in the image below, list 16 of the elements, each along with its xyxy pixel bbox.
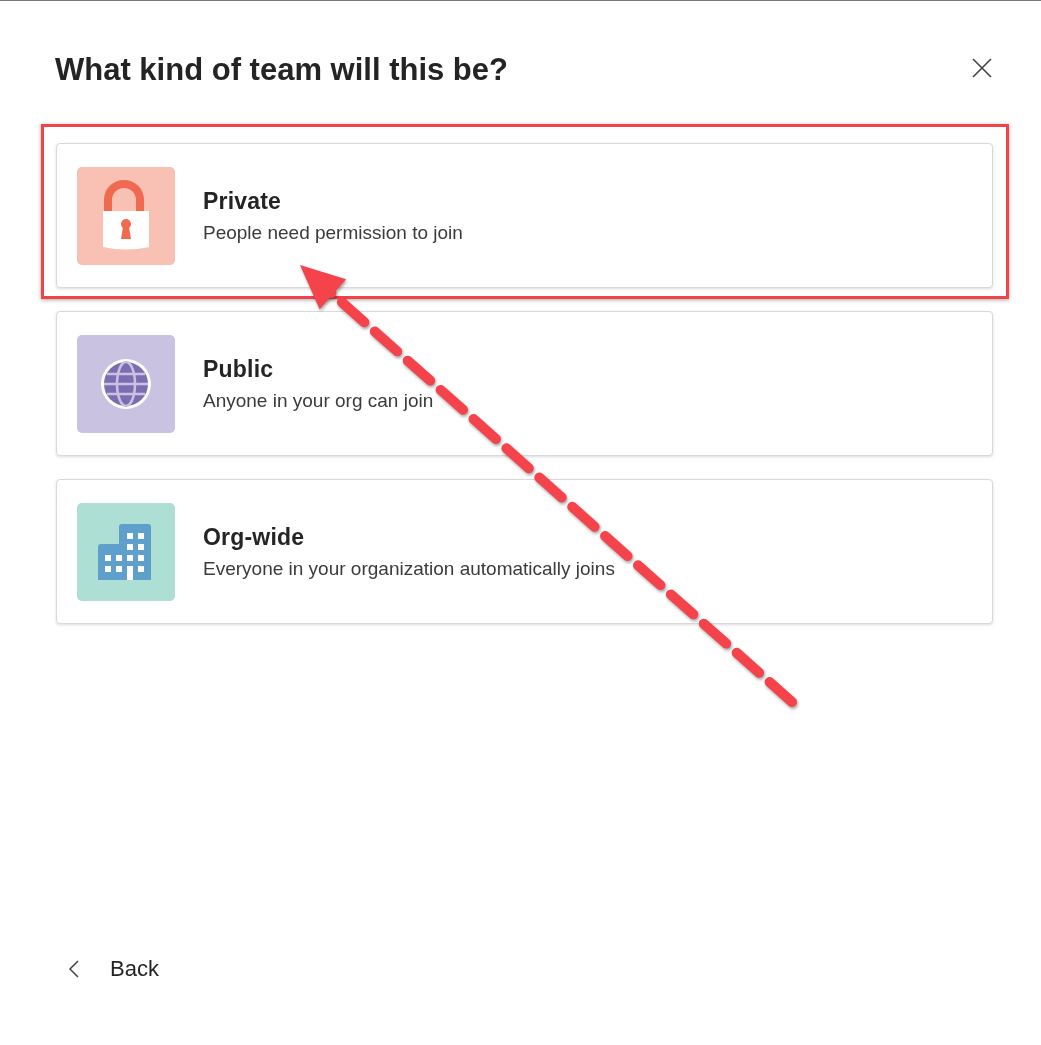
- option-title: Org-wide: [203, 522, 306, 552]
- chevron-left-icon: [68, 960, 80, 978]
- option-title: Private: [203, 186, 283, 216]
- lock-icon: [77, 166, 175, 265]
- globe-icon: [77, 334, 175, 433]
- option-title: Public: [203, 354, 275, 384]
- dialog-title: What kind of team will this be?: [55, 51, 508, 89]
- option-description: Everyone in your organization automatically joins: [203, 556, 615, 581]
- close-icon[interactable]: [971, 57, 993, 79]
- team-type-card[interactable]: Org-wide Everyone in your organization automatically joins: [56, 479, 993, 624]
- building-icon: [77, 502, 175, 601]
- option-description: People need permission to join: [203, 220, 463, 245]
- back-button[interactable]: Back: [62, 951, 165, 987]
- team-type-card[interactable]: Public Anyone in your org can join: [56, 311, 993, 456]
- team-type-card[interactable]: Private People need permission to join: [56, 143, 993, 288]
- option-description: Anyone in your org can join: [203, 388, 434, 413]
